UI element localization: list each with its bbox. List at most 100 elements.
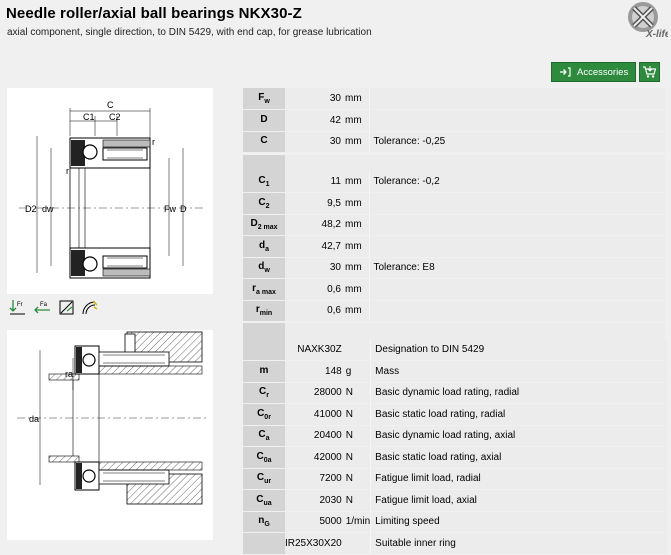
value-cell: 7200	[285, 468, 344, 490]
page-subtitle: axial component, single direction, to DI…	[7, 27, 372, 38]
unit-cell: mm	[343, 235, 369, 258]
symbol-cell: Ca	[243, 425, 285, 447]
description-cell	[368, 109, 665, 132]
dim-dw: dw	[42, 204, 54, 214]
table-row: C2 9,5 mm	[243, 192, 665, 215]
description-cell: Tolerance: -0,25	[368, 131, 665, 153]
symbol-cell: rmin	[243, 300, 285, 322]
grease-icon	[82, 300, 98, 315]
description-cell: Designation to DIN 5429	[370, 339, 667, 361]
symbol-cell: dw	[243, 257, 285, 279]
value-cell: 20400	[285, 425, 344, 447]
symbol-cell: nG	[243, 511, 285, 533]
value-cell: 30	[285, 257, 343, 279]
table-spacer	[243, 323, 665, 339]
value-cell: 2030	[285, 489, 344, 512]
description-cell: Suitable inner ring	[370, 532, 667, 555]
x-life-logo: X-life	[628, 2, 668, 40]
symbol-cell: Cua	[243, 489, 285, 512]
unit-cell: 1/min	[343, 511, 371, 533]
description-cell: Fatigue limit load, axial	[370, 489, 667, 512]
unit-cell: mm	[343, 109, 369, 132]
unit-cell: N	[343, 403, 371, 426]
symbol-cell: C1	[243, 171, 285, 193]
unit-cell: N	[343, 382, 371, 404]
value-cell: 5000	[285, 511, 344, 533]
symbol-cell: Cr	[243, 382, 285, 404]
unit-cell: mm	[343, 214, 369, 236]
accessories-button[interactable]: Accessories	[551, 62, 636, 82]
dim-D: D	[180, 204, 187, 214]
symbol-cell	[243, 339, 285, 361]
value-cell: NAXK30Z	[285, 339, 344, 361]
unit-cell: N	[343, 489, 371, 512]
bearing-drawing: C C1 C2 r r D2 dw Fw D	[7, 88, 213, 294]
symbol-cell: m	[243, 360, 285, 383]
unit-cell: g	[343, 360, 371, 383]
add-to-cart-button[interactable]	[639, 62, 660, 82]
table-row: Cur 7200 N Fatigue limit load, radial	[243, 468, 667, 490]
description-cell	[368, 214, 665, 236]
dimensions-table: Fw 30 mm D 42 mm C 30 mm Tolerance: -0,25	[243, 88, 665, 153]
symbol-cell: C0r	[243, 403, 285, 426]
symbol-cell: ra max	[243, 278, 285, 301]
table-row: NAXK30Z Designation to DIN 5429	[243, 339, 667, 361]
svg-text:Fa: Fa	[40, 302, 48, 308]
unit-cell: N	[343, 425, 371, 447]
table-row: rmin 0,6 mm	[243, 300, 665, 322]
table-row: C0a 42000 N Basic static load rating, axial	[243, 446, 667, 469]
value-cell: 41000	[285, 403, 344, 426]
description-cell	[368, 278, 665, 301]
page-title: Needle roller/axial ball bearings NKX30-…	[6, 5, 302, 22]
table-row: dw 30 mm Tolerance: E8	[243, 257, 665, 279]
value-cell: 9,5	[285, 192, 343, 215]
symbol-cell: D	[243, 109, 285, 132]
value-cell: 30	[285, 131, 343, 153]
table-row: D2 max 48,2 mm	[243, 214, 665, 236]
value-cell: 28000	[285, 382, 344, 404]
value-cell: 30	[285, 88, 343, 110]
dim-r-left: r	[66, 166, 69, 176]
table-row: D 42 mm	[243, 109, 665, 132]
symbol-cell: C0a	[243, 446, 285, 469]
value-cell: 0,6	[285, 278, 343, 301]
symbol-cell: D2 max	[243, 214, 285, 236]
table-row: da 42,7 mm	[243, 235, 665, 258]
radial-load-icon: Fr	[9, 300, 25, 315]
unit-cell: mm	[343, 278, 369, 301]
symbol-cell: C2	[243, 192, 285, 215]
description-cell: Basic dynamic load rating, axial	[370, 425, 667, 447]
table-row: IR25X30X20 Suitable inner ring	[243, 532, 667, 555]
symbol-cell: Fw	[243, 88, 285, 110]
symbol-cell: C	[243, 131, 285, 153]
table-row: C0r 41000 N Basic static load rating, radia…	[243, 403, 667, 426]
svg-text:X-life: X-life	[645, 29, 668, 40]
value-cell: 42000	[285, 446, 344, 469]
table-row: C1 11 mm Tolerance: -0,2	[243, 171, 665, 193]
svg-text:Fr: Fr	[17, 302, 23, 308]
performance-table: NAXK30Z Designation to DIN 5429 m 148 g Mass C…	[243, 339, 667, 555]
mounting-dimensions-table: C1 11 mm Tolerance: -0,2 C2 9,5 mm D2 max 48,2 mm…	[243, 171, 665, 322]
table-row: Cr 28000 N Basic dynamic load rating, radia…	[243, 382, 667, 404]
description-cell: Limiting speed	[370, 511, 667, 533]
dim-C2: C2	[109, 112, 121, 122]
symbol-cell: Cur	[243, 468, 285, 490]
table-row: Ca 20400 N Basic dynamic load rating, axial	[243, 425, 667, 447]
unit-cell: mm	[343, 131, 369, 153]
unit-cell: mm	[343, 257, 369, 279]
cart-icon	[643, 66, 657, 78]
unit-cell: N	[343, 446, 371, 469]
dim-C: C	[107, 100, 114, 110]
value-cell: 0,6	[285, 300, 343, 322]
symbol-cell: da	[243, 235, 285, 258]
dim-C1: C1	[83, 112, 95, 122]
accessories-label: Accessories	[577, 66, 629, 78]
table-spacer	[243, 155, 665, 171]
value-cell: 11	[285, 171, 343, 193]
table-row: nG 5000 1/min Limiting speed	[243, 511, 667, 533]
mounting-drawing: da ra	[7, 330, 213, 540]
unit-cell: mm	[343, 88, 369, 110]
feature-icons: Fr Fa	[9, 299, 98, 316]
axial-load-icon: Fa	[34, 302, 50, 314]
description-cell	[368, 300, 665, 322]
